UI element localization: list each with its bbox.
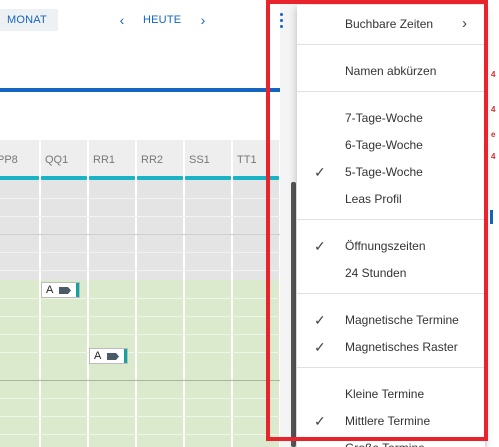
menu-item-label: 6-Tage-Woche [345, 138, 423, 152]
progress-bar [0, 88, 280, 92]
column-header: RR1 [88, 140, 136, 180]
appointment-block[interactable]: A [41, 282, 80, 298]
time-gridline [0, 434, 280, 435]
appointment-block[interactable]: A [89, 348, 128, 364]
chevron-left-icon[interactable]: ‹ [114, 9, 130, 31]
column-header-label: PP8 [0, 154, 18, 166]
menu-separator [297, 367, 485, 368]
menu-item[interactable]: Namen abkürzen [297, 59, 485, 83]
menu-item[interactable]: 24 Stunden [297, 261, 485, 285]
time-gridline [0, 416, 280, 417]
menu-item[interactable]: ✓ Mittlere Termine [297, 409, 485, 433]
tag-icon [107, 353, 119, 360]
column-divider [231, 140, 233, 447]
time-gridline [0, 234, 280, 235]
time-gridline [0, 316, 280, 317]
checkmark-icon: ✓ [314, 164, 326, 180]
menu-separator [297, 293, 485, 294]
column-header: RR2 [136, 140, 184, 180]
menu-item[interactable]: Kleine Termine [297, 382, 485, 406]
today-button[interactable]: HEUTE [143, 9, 181, 31]
menu-item[interactable]: ✓ Öffnungszeiten [297, 234, 485, 258]
column-header-label: TT1 [237, 154, 257, 166]
menu-item-label: 7-Tage-Woche [345, 111, 423, 125]
menu-item-label: 5-Tage-Woche [345, 165, 423, 179]
column-divider [135, 140, 137, 447]
column-divider [279, 140, 280, 447]
menu-item-label: Magnetische Termine [345, 313, 459, 327]
column-header-label: RR2 [141, 154, 164, 166]
time-gridline [0, 334, 280, 335]
checkmark-icon: ✓ [314, 339, 326, 355]
menu-item[interactable]: ✓ Magnetische Termine [297, 308, 485, 332]
column-header: SS1 [184, 140, 232, 180]
appointment-status-bar [76, 283, 79, 297]
time-gridline [0, 252, 280, 253]
time-gridline [0, 198, 280, 199]
appointment-label: A [46, 284, 54, 296]
column-header-label: SS1 [189, 154, 210, 166]
menu-item-label: Magnetisches Raster [345, 340, 458, 354]
menu-item-label: Große Termine [345, 441, 425, 447]
tag-icon [59, 287, 71, 294]
menu-item[interactable]: Leas Profil [297, 187, 485, 211]
kebab-menu-icon[interactable] [274, 10, 290, 30]
edge-indicator: 4 [491, 105, 496, 114]
edge-blue-marker [490, 210, 493, 224]
menu-item[interactable]: 6-Tage-Woche [297, 133, 485, 157]
column-divider [87, 140, 89, 447]
column-header-label: RR1 [93, 154, 116, 166]
month-view-button[interactable]: MONAT [0, 9, 58, 31]
time-gridline [0, 298, 280, 299]
menu-item-label: Öffnungszeiten [345, 239, 426, 253]
closed-hours-zone [0, 180, 280, 280]
view-options-menu: Buchbare Zeiten › Namen abkürzen 7-Tage-Woc… [297, 5, 485, 447]
time-gridline [0, 380, 280, 381]
checkmark-icon: ✓ [314, 312, 326, 328]
column-divider [183, 140, 185, 447]
menu-item-label: Buchbare Zeiten [345, 17, 434, 31]
menu-separator [297, 44, 485, 45]
menu-item-label: 24 Stunden [345, 266, 407, 280]
vertical-scrollbar[interactable] [291, 182, 296, 447]
calendar-grid: PP8 QQ1 RR1 RR2 SS1 TT1 A A [0, 140, 280, 447]
menu-separator [297, 219, 485, 220]
appointment-status-bar [124, 349, 127, 363]
column-header: PP8 [0, 140, 40, 180]
opening-hours-zone[interactable] [0, 280, 280, 447]
menu-item[interactable]: Buchbare Zeiten › [297, 12, 485, 36]
time-gridline [0, 398, 280, 399]
edge-indicator: 4 [491, 70, 496, 79]
column-header: QQ1 [40, 140, 88, 180]
checkmark-icon: ✓ [314, 238, 326, 254]
menu-item-label: Kleine Termine [345, 387, 425, 401]
menu-item-label: Leas Profil [345, 192, 402, 206]
chevron-right-icon: › [462, 15, 467, 32]
menu-item[interactable]: Große Termine [297, 436, 485, 447]
progress-fill [0, 88, 280, 92]
menu-item-label: Mittlere Termine [345, 414, 431, 428]
column-header-row: PP8 QQ1 RR1 RR2 SS1 TT1 [0, 140, 280, 180]
chevron-right-icon[interactable]: › [195, 9, 211, 31]
menu-item-label: Namen abkürzen [345, 64, 437, 78]
time-gridline [0, 352, 280, 353]
menu-item[interactable]: ✓ Magnetisches Raster [297, 335, 485, 359]
edge-indicator: e [491, 130, 496, 139]
menu-item[interactable]: ✓ 5-Tage-Woche [297, 160, 485, 184]
column-header-label: QQ1 [45, 154, 69, 166]
time-gridline [0, 270, 280, 271]
checkmark-icon: ✓ [314, 413, 326, 429]
time-gridline [0, 216, 280, 217]
right-edge-panel [487, 0, 499, 447]
edge-indicator: 4 [491, 152, 496, 161]
appointment-label: A [94, 350, 102, 362]
menu-item[interactable]: 7-Tage-Woche [297, 106, 485, 130]
menu-separator [297, 91, 485, 92]
calendar-toolbar: MONAT ‹ HEUTE › [0, 0, 280, 40]
column-header: TT1 [232, 140, 280, 180]
